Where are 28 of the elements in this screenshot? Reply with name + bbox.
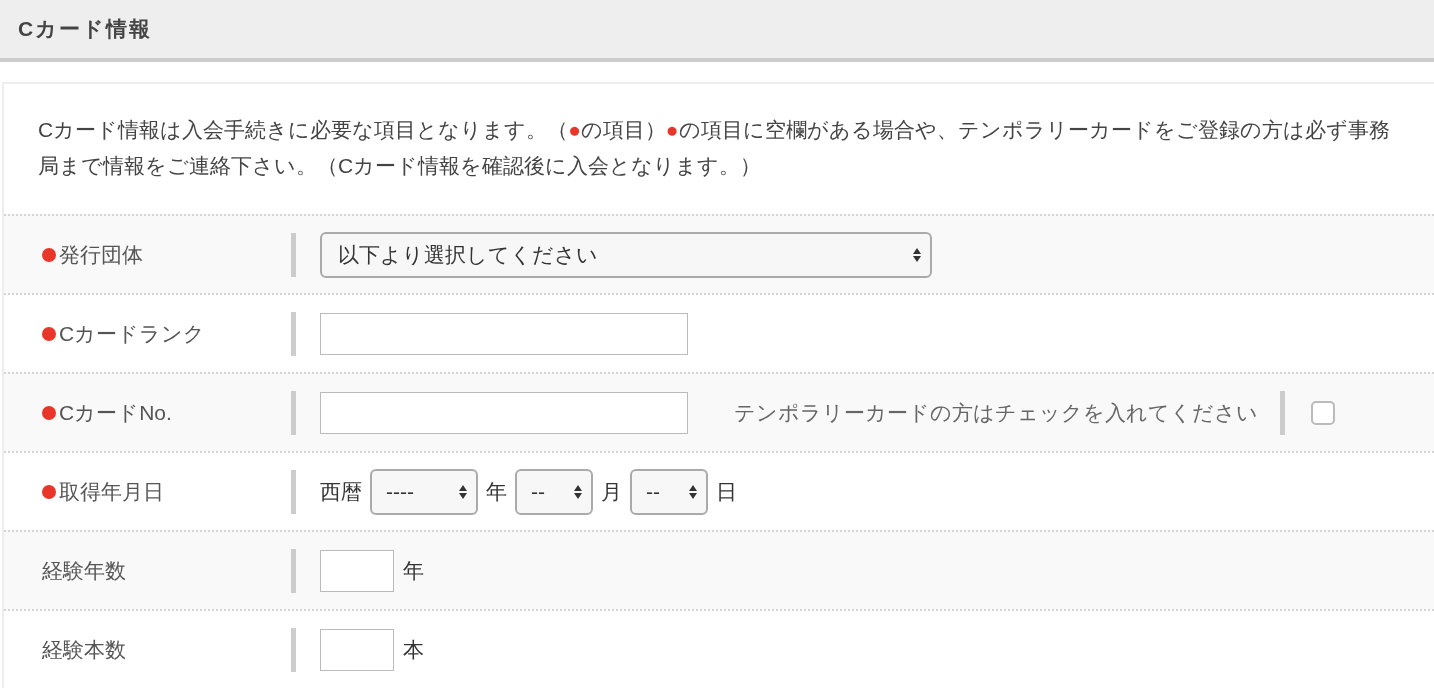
date-unit-label: 月 — [601, 478, 622, 505]
date-unit-label: 日 — [716, 478, 737, 505]
era-label: 西暦 — [320, 478, 362, 505]
select-dropdown[interactable]: -- — [630, 468, 708, 515]
select-dropdown[interactable]: 以下より選択してください — [320, 231, 932, 278]
checkbox-note: テンポラリーカードの方はチェックを入れてください — [734, 399, 1258, 426]
field-label: 取得年月日 — [59, 478, 164, 505]
select-dropdown[interactable]: ---- — [370, 468, 478, 515]
date-unit-label: 年 — [486, 478, 507, 505]
select-dropdown[interactable]: -- — [515, 468, 593, 515]
field-label: 経験本数 — [42, 636, 126, 663]
select-arrows-icon — [458, 483, 468, 500]
text-input[interactable] — [320, 312, 688, 355]
number-input[interactable] — [320, 549, 394, 592]
select-arrows-icon — [912, 246, 922, 263]
unit-label: 本 — [403, 636, 424, 663]
unit-label: 年 — [403, 557, 424, 584]
field-label: 経験年数 — [42, 557, 126, 584]
field-label: CカードNo. — [59, 399, 172, 426]
text-input[interactable] — [320, 391, 688, 434]
temporary-card-checkbox[interactable] — [1311, 400, 1335, 425]
number-input[interactable] — [320, 628, 394, 671]
select-arrows-icon — [688, 483, 698, 500]
intro-text: Cカード情報は入会手続きに必要な項目となります。（●の項目）●の項目に空欄がある場合や、テンポラリーカードをご登録の方は必ず事務局まで情報をご連絡下さい。（Cカード情報を確認後に入会となります。） — [37, 117, 1391, 179]
field-label: 発行団体 — [59, 241, 143, 268]
section-title: Cカード情報 — [18, 16, 153, 43]
field-label: Cカードランク — [59, 320, 206, 347]
select-arrows-icon — [573, 483, 583, 500]
